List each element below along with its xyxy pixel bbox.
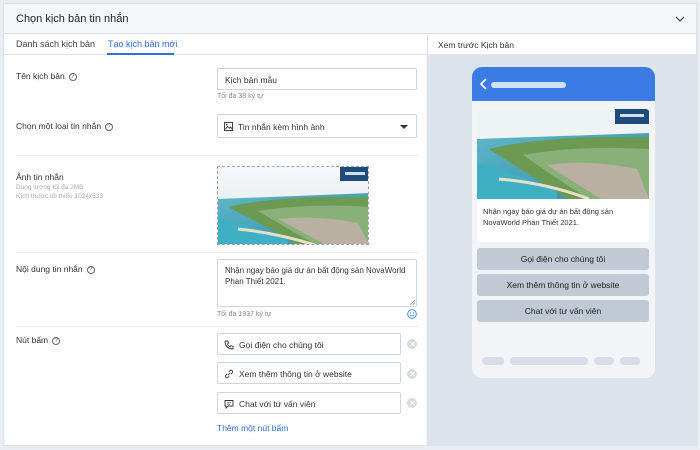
script-name-label-text: Tên kịch bản — [16, 71, 65, 81]
buttons-label: Nút bấm? — [16, 335, 61, 345]
resort-image — [218, 167, 368, 244]
placeholder-pill — [620, 357, 640, 365]
placeholder-bar — [491, 82, 566, 88]
emoji-icon[interactable] — [407, 309, 417, 319]
script-name-label: Tên kịch bản? — [16, 71, 77, 81]
content-label: Nội dung tin nhắn? — [16, 264, 95, 274]
active-tab-indicator — [107, 53, 174, 55]
image-dimension-limit: Kích thước tối thiểu 1024x533 — [16, 193, 104, 200]
content-label-text: Nội dung tin nhắn — [16, 264, 83, 274]
image-label: Ảnh tin nhắn — [16, 172, 64, 182]
remove-button-icon[interactable] — [407, 369, 417, 379]
message-card: Nhận ngay báo giá dự án bất động sản Nov… — [477, 109, 649, 242]
message-type-label-text: Chọn một loại tin nhắn — [16, 121, 102, 131]
message-type-label: Chọn một loại tin nhắn? — [16, 121, 114, 131]
script-form-panel: Danh sách kịch bản Tạo kịch bản mới Tên … — [3, 33, 428, 446]
preview-message-text: Nhận ngay báo giá dự án bất động sản Nov… — [483, 207, 614, 227]
placeholder-pill — [594, 357, 614, 365]
image-size-limit: Dung lượng tối đa 2MB — [16, 184, 84, 191]
preview-button-call[interactable]: Gọi điện cho chúng tôi — [477, 248, 649, 270]
content-text: Nhận ngay báo giá dự án bất động sản Nov… — [225, 266, 406, 286]
message-type-select[interactable]: Tin nhắn kèm hình ảnh — [217, 114, 417, 138]
button-field-website[interactable]: Xem thêm thông tin ở website — [217, 362, 401, 384]
help-icon[interactable]: ? — [105, 122, 114, 131]
button-field-text: Gọi điện cho chúng tôi — [239, 340, 324, 350]
link-icon — [224, 369, 234, 379]
divider — [16, 252, 419, 253]
content-hint: Tối đa 1937 ký tự — [217, 311, 272, 318]
content-textarea[interactable]: Nhận ngay báo giá dự án bất động sản Nov… — [217, 259, 417, 307]
remove-button-icon[interactable] — [407, 339, 417, 349]
divider — [16, 326, 419, 327]
phone-icon — [224, 340, 234, 350]
caret-down-icon — [400, 125, 408, 129]
button-field-text: Chat với tư vấn viên — [239, 399, 316, 409]
help-icon[interactable]: ? — [68, 72, 77, 81]
help-icon[interactable]: ? — [52, 336, 61, 345]
section-title: Chọn kịch bản tin nhắn — [16, 13, 129, 25]
button-field-call[interactable]: Gọi điện cho chúng tôi — [217, 333, 401, 355]
tab-create-script[interactable]: Tạo kịch bản mới — [108, 39, 177, 49]
help-icon[interactable]: ? — [86, 265, 95, 274]
remove-button-icon[interactable] — [407, 398, 417, 408]
placeholder-pill — [482, 357, 504, 365]
preview-header: Xem trước Kịch bản — [428, 34, 696, 55]
script-name-hint: Tối đa 38 ký tự — [217, 93, 264, 100]
back-arrow-icon — [479, 78, 487, 90]
tab-bar: Danh sách kịch bản Tạo kịch bản mới — [4, 34, 427, 55]
placeholder-pill — [510, 357, 588, 365]
message-image — [477, 109, 649, 199]
preview-button-chat[interactable]: Chat với tư vấn viên — [477, 300, 649, 322]
preview-title: Xem trước Kịch bản — [438, 40, 514, 50]
chat-icon — [224, 400, 234, 409]
button-field-chat[interactable]: Chat với tư vấn viên — [217, 392, 401, 414]
divider — [16, 155, 419, 156]
button-field-text: Xem thêm thông tin ở website — [239, 369, 352, 379]
preview-button-website[interactable]: Xem thêm thông tin ở website — [477, 274, 649, 296]
buttons-label-text: Nút bấm — [16, 335, 49, 345]
phone-header — [472, 67, 655, 101]
tab-script-list[interactable]: Danh sách kịch bản — [16, 39, 95, 49]
image-icon — [224, 122, 233, 131]
message-type-value: Tin nhắn kèm hình ảnh — [238, 122, 325, 132]
preview-panel: Xem trước Kịch bản Nhận ngay báo giá dự … — [428, 33, 697, 446]
resize-handle-icon[interactable] — [409, 299, 415, 305]
add-button-link[interactable]: Thêm một nút bấm — [217, 423, 288, 433]
phone-preview: Nhận ngay báo giá dự án bất động sản Nov… — [472, 67, 655, 378]
script-name-input[interactable]: Kịch bản mẫu — [217, 68, 417, 90]
chevron-down-icon[interactable] — [674, 13, 686, 25]
image-upload-area[interactable] — [217, 166, 369, 245]
section-header[interactable]: Chọn kịch bản tin nhắn — [3, 3, 697, 33]
